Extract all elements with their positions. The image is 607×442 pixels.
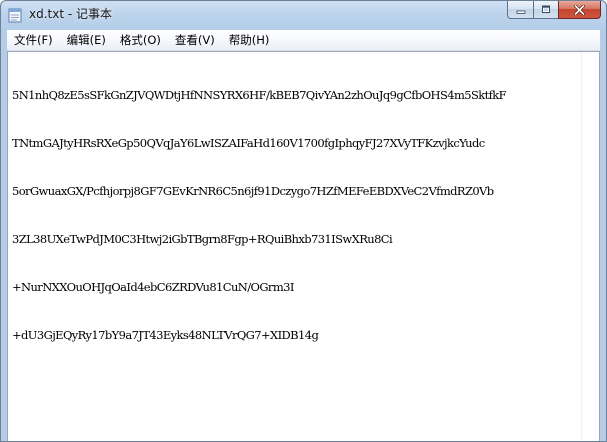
close-button[interactable] [558,1,601,19]
window-title: xd.txt - 记事本 [29,7,113,21]
window-controls [507,1,601,21]
menu-view[interactable]: 查看(V) [168,31,222,49]
menu-file[interactable]: 文件(F) [7,31,60,49]
menu-bar: 文件(F) 编辑(E) 格式(O) 查看(V) 帮助(H) [7,30,600,51]
menu-help[interactable]: 帮助(H) [222,31,277,49]
notepad-icon [8,8,22,23]
text-line: 3ZL38UXeTwPdJM0C3Htwj2iGbTBgrn8Fgp+RQuiB… [12,232,393,246]
menu-edit[interactable]: 编辑(E) [60,31,113,49]
title-bar[interactable]: xd.txt - 记事本 [1,1,606,29]
close-icon [574,4,585,15]
minimize-button[interactable] [507,1,533,19]
minimize-icon [516,10,525,14]
maximize-button[interactable] [533,1,558,19]
text-line: +dU3GjEQyRy17bY9a7JT43Eyks48NLTVrQG7+XID… [12,328,319,342]
text-editor-area[interactable]: 5N1nhQ8zE5sSFkGnZJVQWDtjHfNNSYRX6HF/kBEB… [7,51,600,441]
notepad-window: xd.txt - 记事本 文件(F) 编辑(E) 格式(O) 查看(V) 帮助(… [0,0,607,442]
vertical-scrollbar-track [581,52,599,441]
text-content[interactable]: 5N1nhQ8zE5sSFkGnZJVQWDtjHfNNSYRX6HF/kBEB… [12,55,582,375]
text-line: TNtmGAJtyHRsRXeGp50QVqJaY6LwISZAIFaHd160… [12,136,485,150]
text-line: +NurNXXOuOHJqOaId4ebC6ZRDVu81CuN/OGrm3I [12,280,294,294]
menu-format[interactable]: 格式(O) [113,31,168,49]
maximize-icon [542,5,550,13]
text-line: 5N1nhQ8zE5sSFkGnZJVQWDtjHfNNSYRX6HF/kBEB… [12,88,507,102]
text-line: 5orGwuaxGX/Pcfhjorpj8GF7GEvKrNR6C5n6jf91… [12,184,494,198]
